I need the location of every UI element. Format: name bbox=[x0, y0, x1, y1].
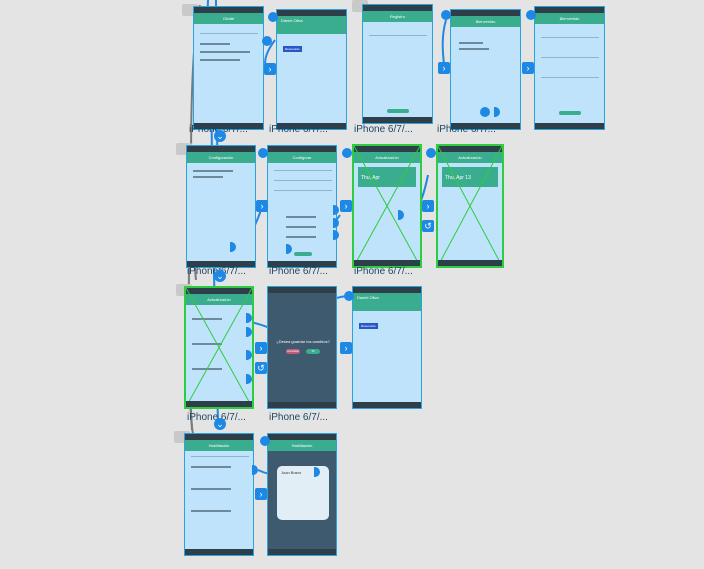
connector-handle[interactable] bbox=[480, 107, 490, 117]
chevron-right-icon[interactable]: › bbox=[522, 62, 534, 74]
screen-olvide[interactable]: Olvidé bbox=[193, 6, 264, 130]
profile-name: Daniel Oliva bbox=[353, 293, 421, 311]
chevron-right-icon[interactable]: › bbox=[340, 342, 352, 354]
screen-bienvenido-2[interactable]: Bienvenido bbox=[534, 6, 605, 130]
undo-icon[interactable]: ↺ bbox=[422, 220, 434, 232]
profile-name: Daniel Oliva bbox=[277, 16, 346, 34]
screen-title: Bienvenido bbox=[451, 16, 520, 27]
chevron-down-icon[interactable]: ⌄ bbox=[214, 270, 226, 282]
dialog-question: ¿Desea guardar los cambios? bbox=[276, 339, 330, 344]
status-badge: Reservado bbox=[359, 323, 378, 329]
frame-caption: iPhone 6/7/... bbox=[354, 124, 413, 135]
connector-handle[interactable] bbox=[441, 10, 451, 20]
status-badge: Reservado bbox=[283, 46, 302, 52]
screen-habilitacion[interactable]: Habilitación bbox=[184, 433, 254, 556]
connector-handle[interactable] bbox=[262, 36, 272, 46]
frame-caption: iPhone 6/7/... bbox=[354, 266, 413, 277]
dialog-card: Juan Bravo bbox=[277, 466, 329, 520]
screen-title: Bienvenido bbox=[535, 13, 604, 24]
chevron-right-icon[interactable]: › bbox=[255, 488, 267, 500]
screen-title: Habilitación bbox=[185, 440, 253, 451]
dialog-title: Juan Bravo bbox=[281, 470, 302, 475]
chevron-right-icon[interactable]: › bbox=[438, 62, 450, 74]
connector-handle[interactable] bbox=[268, 12, 278, 22]
frame-caption: iPhone 6/7/... bbox=[269, 124, 328, 135]
screen-registro[interactable]: Registro bbox=[362, 4, 433, 124]
screen-profile-2[interactable]: Daniel Oliva Reservado bbox=[352, 286, 422, 409]
screen-title: Habilitación bbox=[268, 440, 336, 451]
frame-caption: iPhone 6/7/... bbox=[269, 266, 328, 277]
screen-configuracion[interactable]: Configuración bbox=[186, 145, 256, 268]
screen-title: Configurar bbox=[268, 152, 336, 163]
chevron-down-icon[interactable]: ⌄ bbox=[214, 130, 226, 142]
screen-actualizacion-picker[interactable]: Actualización Thu, Apr 13 bbox=[436, 144, 504, 268]
chevron-right-icon[interactable]: › bbox=[264, 63, 276, 75]
screen-habilitacion-dialog[interactable]: Habilitación Juan Bravo bbox=[267, 433, 337, 556]
screen-actualizacion-calendar[interactable]: Actualización Thu, Apr bbox=[352, 144, 422, 268]
chevron-right-icon[interactable]: › bbox=[255, 342, 267, 354]
connector-handle[interactable] bbox=[344, 291, 354, 301]
chevron-right-icon[interactable]: › bbox=[422, 200, 434, 212]
frame-caption: iPhone 6/7/... bbox=[269, 412, 328, 423]
confirm-button[interactable]: Sí bbox=[306, 349, 320, 354]
connector-handle[interactable] bbox=[426, 148, 436, 158]
cancel-button[interactable]: Cancelar bbox=[286, 349, 300, 354]
chevron-down-icon[interactable]: ⌄ bbox=[214, 418, 226, 430]
chevron-right-icon[interactable]: › bbox=[256, 200, 268, 212]
screen-title: Configuración bbox=[187, 152, 255, 163]
connector-handle[interactable] bbox=[260, 436, 270, 446]
connector-handle[interactable] bbox=[342, 148, 352, 158]
screen-title: Registro bbox=[363, 11, 432, 22]
connector-handle[interactable] bbox=[526, 10, 536, 20]
screen-title: Olvidé bbox=[194, 13, 263, 24]
screen-confirm-dialog[interactable]: ¿Desea guardar los cambios? Cancelar Sí bbox=[267, 286, 337, 409]
chevron-right-icon[interactable]: › bbox=[340, 200, 352, 212]
screen-actualizacion-list[interactable]: Actualización bbox=[184, 286, 254, 409]
screen-configurar[interactable]: Configurar bbox=[267, 145, 337, 268]
connector-handle[interactable] bbox=[258, 148, 268, 158]
screen-profile[interactable]: Daniel Oliva Reservado bbox=[276, 9, 347, 130]
undo-icon[interactable]: ↺ bbox=[255, 362, 267, 374]
frame-caption: iPhone 6/7/... bbox=[437, 124, 496, 135]
